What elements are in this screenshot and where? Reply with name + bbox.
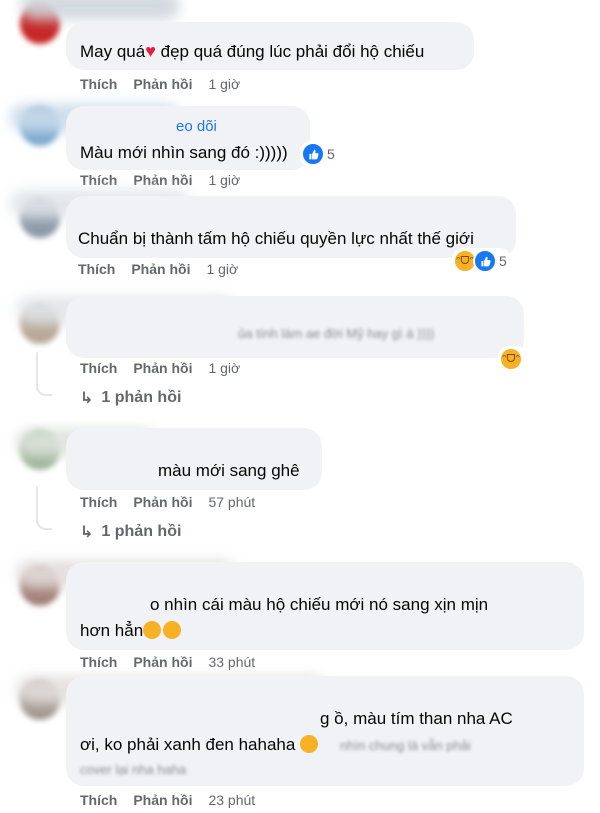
like-reaction-icon — [473, 249, 497, 273]
like-link[interactable]: Thích — [80, 172, 117, 188]
comment-actions: Thích Phản hồi 1 giờ — [80, 76, 240, 92]
reply-link[interactable]: Phản hồi — [133, 494, 192, 510]
reaction-badge[interactable]: 5 — [300, 141, 339, 167]
like-link[interactable]: Thích — [80, 792, 117, 808]
comment-actions: Thích Phản hồi 1 giờ — [80, 172, 240, 188]
heart-emoji-icon: ♥ — [145, 41, 156, 61]
reaction-badge[interactable]: ᵔᗜᵔ — [498, 346, 527, 372]
comment-actions: Thích Phản hồi 33 phút — [80, 654, 255, 670]
like-reaction-icon — [301, 142, 325, 166]
reaction-badge[interactable]: ᵔᗜᵔ 5 — [452, 248, 511, 274]
comment-text: màu mới sang ghê — [158, 461, 300, 480]
blurred-comment-text: nhìn chung là vẫn phải — [340, 738, 471, 753]
comment-text-line2: hơn hẳn — [80, 618, 182, 644]
reply-arrow-icon: ↳ — [80, 524, 94, 541]
reply-link[interactable]: Phản hồi — [133, 172, 192, 188]
like-link[interactable]: Thích — [80, 494, 117, 510]
like-link[interactable]: Thích — [80, 76, 117, 92]
replies-count[interactable]: 1 phản hồi — [101, 523, 181, 541]
blurred-comment-text: cover lại nha haha — [80, 762, 187, 777]
laughing-emoji-icon — [300, 735, 319, 753]
thread-connector — [36, 380, 52, 396]
comment-text-part: đẹp quá đúng lúc phải đổi hộ chiếu — [160, 42, 425, 61]
timestamp[interactable]: 33 phút — [208, 654, 255, 670]
timestamp[interactable]: 23 phút — [208, 792, 255, 808]
haha-reaction-icon: ᵔᗜᵔ — [499, 347, 523, 371]
view-replies-link[interactable]: ↳ 1 phản hồi — [80, 522, 181, 542]
heart-eyes-emoji-icon — [143, 621, 162, 639]
comment-text-part: May quá — [80, 42, 146, 61]
comment-text: g ồ, màu tím than nha AC — [320, 709, 513, 728]
comment-text: Màu mới nhìn sang đó :))))) — [80, 143, 288, 162]
like-link[interactable]: Thích — [80, 654, 117, 670]
like-link[interactable]: Thích — [78, 261, 115, 277]
reply-link[interactable]: Phản hồi — [133, 792, 192, 808]
reaction-count: 5 — [499, 253, 507, 269]
timestamp[interactable]: 1 giờ — [208, 76, 240, 92]
comment-text: May quá♥ đẹp quá đúng lúc phải đổi hộ ch… — [80, 38, 424, 65]
comment-actions: Thích Phản hồi 23 phút — [80, 792, 255, 808]
reaction-count: 5 — [327, 146, 335, 162]
view-replies-link[interactable]: ↳ 1 phản hồi — [80, 388, 181, 408]
reply-link[interactable]: Phản hồi — [131, 261, 190, 277]
blurred-comment-text: ủa tính làm ae đời Mỹ hay gì á )))) — [238, 326, 435, 341]
timestamp[interactable]: 57 phút — [208, 494, 255, 510]
comment-actions: Thích Phản hồi 1 giờ — [80, 360, 240, 376]
timestamp[interactable]: 1 giờ — [208, 172, 240, 188]
comment-text-part: ơi, ko phải xanh đen hahaha — [80, 735, 296, 754]
blurred-author-name — [20, 0, 180, 20]
reply-link[interactable]: Phản hồi — [133, 360, 192, 376]
like-link[interactable]: Thích — [80, 360, 117, 376]
timestamp[interactable]: 1 giờ — [208, 360, 240, 376]
comment-text-line2: ơi, ko phải xanh đen hahaha — [80, 732, 319, 758]
heart-eyes-emoji-icon — [163, 621, 182, 639]
comment-text: Chuẩn bị thành tấm hộ chiếu quyền lực nh… — [78, 229, 474, 248]
comment-actions: Thích Phản hồi 1 giờ — [78, 261, 238, 277]
comment-actions: Thích Phản hồi 57 phút — [80, 494, 255, 510]
replies-count[interactable]: 1 phản hồi — [101, 389, 181, 407]
reply-link[interactable]: Phản hồi — [133, 76, 192, 92]
reply-link[interactable]: Phản hồi — [133, 654, 192, 670]
thread-connector — [36, 514, 52, 530]
comment-text: o nhìn cái màu hộ chiếu mới nó sang xịn … — [150, 595, 489, 614]
timestamp[interactable]: 1 giờ — [206, 261, 238, 277]
comment-text-part: hơn hẳn — [80, 621, 144, 640]
reply-arrow-icon: ↳ — [80, 390, 94, 407]
author-follow-fragment[interactable]: eo dõi — [176, 114, 217, 140]
